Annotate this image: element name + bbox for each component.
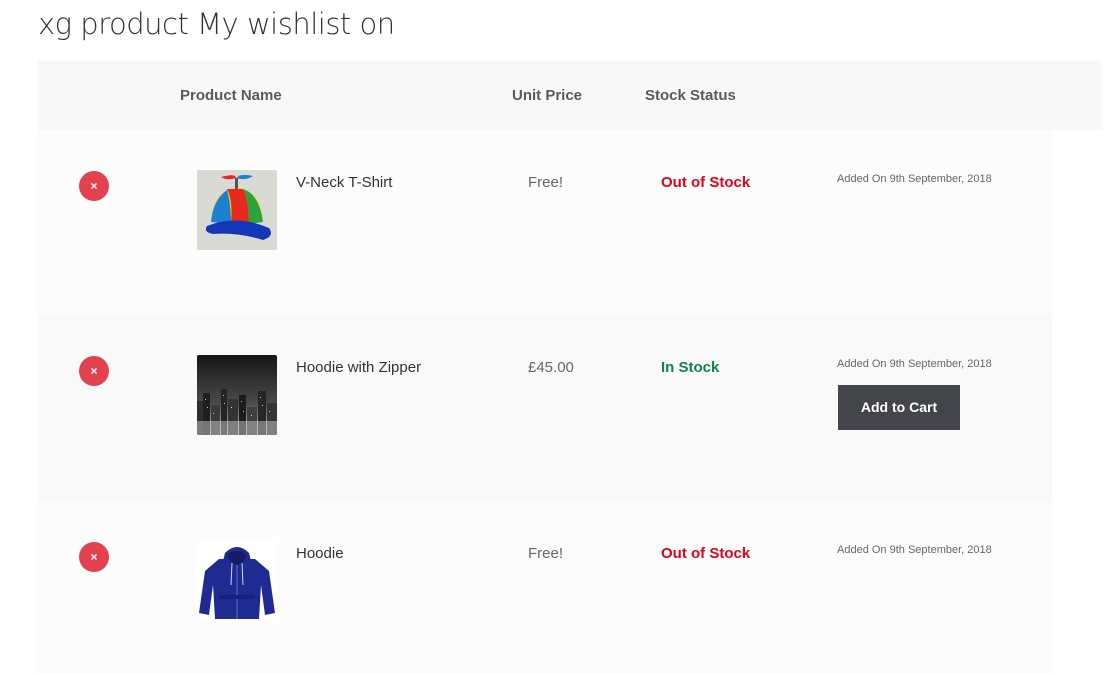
remove-item-button[interactable]: ×: [79, 171, 109, 201]
unit-price: Free!: [528, 545, 564, 562]
wishlist-table-header: Product Name Unit Price Stock Status: [38, 61, 1102, 130]
product-thumbnail-cap[interactable]: [197, 170, 277, 250]
unit-price: Free!: [528, 174, 564, 191]
column-header-product-name: Product Name: [180, 87, 282, 104]
added-on-date: Added On 9th September, 2018: [837, 544, 992, 556]
remove-item-button[interactable]: ×: [79, 542, 109, 572]
add-to-cart-button[interactable]: Add to Cart: [838, 385, 960, 430]
product-name-link[interactable]: Hoodie: [296, 545, 344, 562]
added-on-date: Added On 9th September, 2018: [837, 358, 992, 370]
close-icon: ×: [90, 364, 98, 378]
table-row: × Hoodie Free! Out of Stock Added On 9th…: [38, 501, 1052, 673]
remove-item-button[interactable]: ×: [79, 356, 109, 386]
table-row: × Hoodie with Zipper £45.00 In Stock Add…: [38, 315, 1052, 501]
close-icon: ×: [90, 550, 98, 564]
column-header-unit-price: Unit Price: [512, 87, 583, 104]
added-on-date: Added On 9th September, 2018: [837, 173, 992, 185]
unit-price: £45.00: [528, 359, 574, 376]
product-name-link[interactable]: V-Neck T-Shirt: [296, 174, 392, 191]
table-row: × V-Neck T-Shirt Free! Out of Stock Adde…: [38, 130, 1052, 315]
product-thumbnail-hoodie[interactable]: [197, 541, 277, 621]
product-thumbnail-city[interactable]: [197, 355, 277, 435]
stock-status: In Stock: [661, 359, 720, 376]
column-header-stock-status: Stock Status: [645, 87, 736, 104]
page-title: xg product My wishlist on: [38, 7, 395, 41]
product-name-link[interactable]: Hoodie with Zipper: [296, 359, 421, 376]
stock-status: Out of Stock: [661, 545, 751, 562]
close-icon: ×: [90, 179, 98, 193]
stock-status: Out of Stock: [661, 174, 751, 191]
